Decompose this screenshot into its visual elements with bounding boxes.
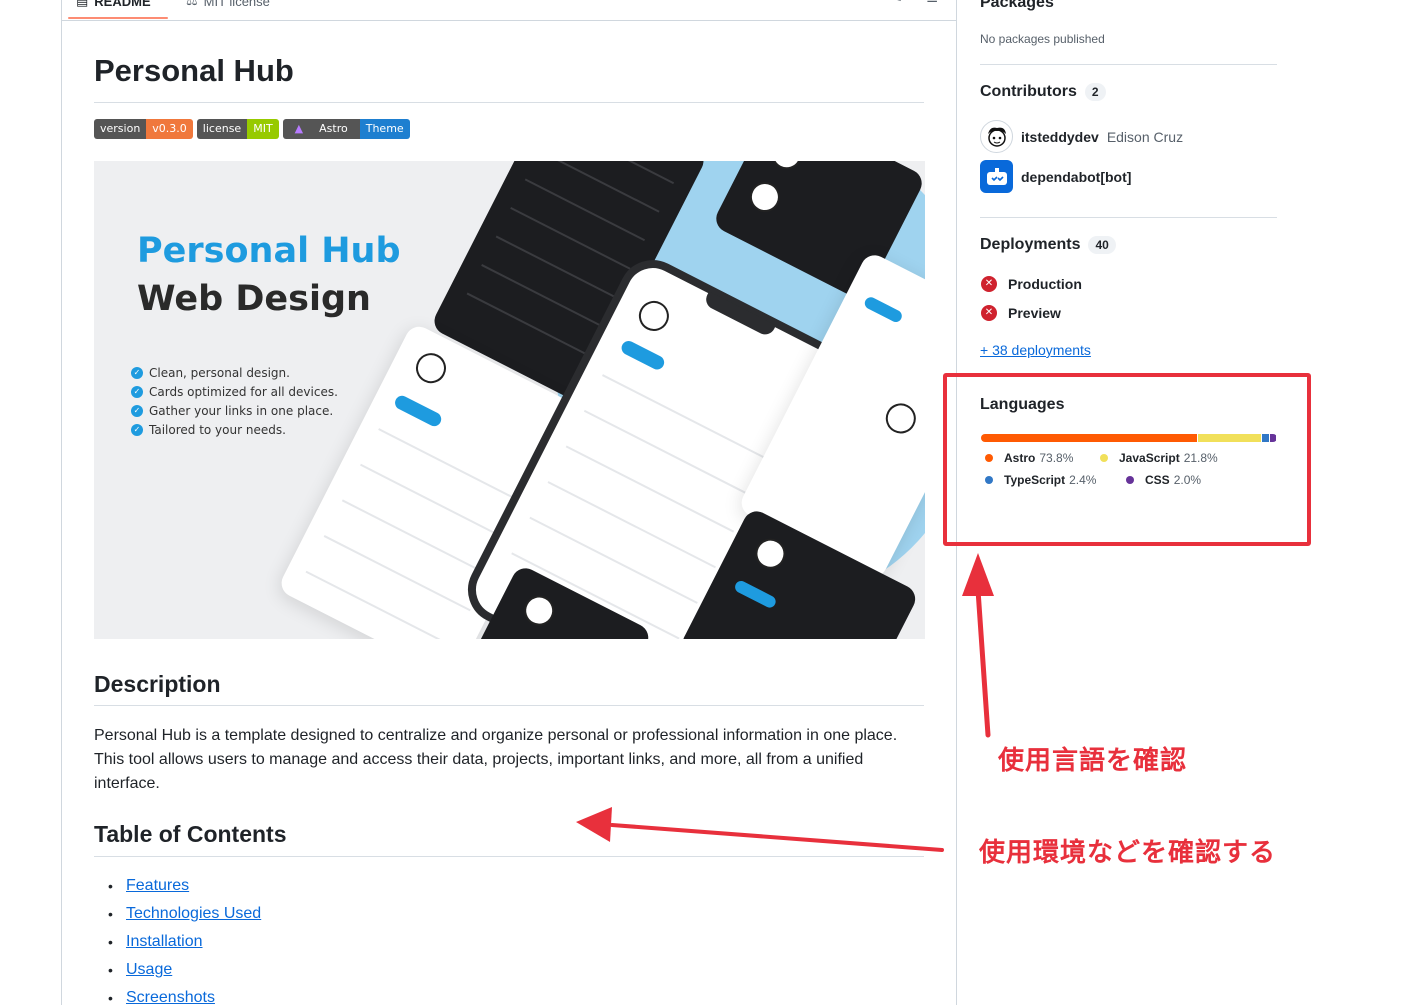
arrow-left-line: [610, 823, 944, 852]
environment-annotation: 使用環境などを確認する: [979, 838, 1277, 868]
arrow-left-head: [576, 807, 612, 842]
languages-annotation: 使用言語を確認: [998, 746, 1188, 776]
arrow-up-head: [962, 553, 994, 596]
arrow-up-line: [975, 587, 991, 738]
